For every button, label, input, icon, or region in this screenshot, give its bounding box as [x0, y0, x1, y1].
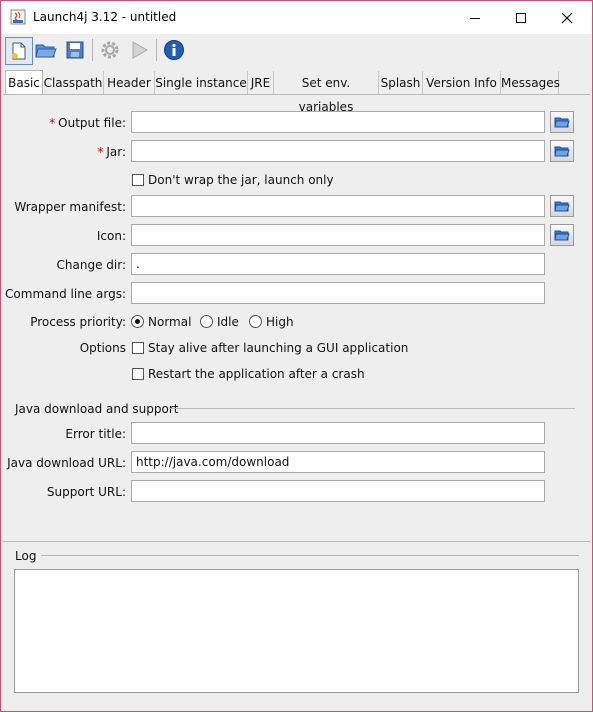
tab-splash[interactable]: Splash	[379, 71, 423, 94]
tab-header[interactable]: Header	[104, 71, 155, 94]
priority-idle-radio[interactable]	[200, 315, 213, 328]
toolbar-separator	[156, 39, 157, 61]
maximize-icon	[516, 12, 526, 23]
command-line-args-input[interactable]	[131, 282, 545, 304]
stay-alive-checkbox[interactable]	[132, 342, 144, 354]
test-wrapper-button[interactable]	[126, 37, 152, 63]
wrapper-manifest-browse-button[interactable]	[550, 195, 574, 217]
change-dir-input[interactable]: .	[131, 253, 545, 275]
jar-input[interactable]	[131, 140, 545, 162]
open-folder-icon	[35, 44, 57, 58]
window-title: Launch4j 3.12 - untitled	[33, 10, 177, 24]
launch4j-window: Launch4j 3.12 - untitled Basic Classpath…	[0, 0, 593, 712]
tab-divider	[3, 94, 590, 95]
priority-normal-label: Normal	[148, 315, 192, 329]
minimize-button[interactable]	[452, 1, 498, 34]
options-label: Options	[79, 341, 126, 355]
close-button[interactable]	[544, 1, 590, 34]
dont-wrap-checkbox[interactable]	[132, 174, 144, 186]
support-url-label: Support URL:	[46, 485, 126, 499]
output-file-input[interactable]	[131, 111, 545, 133]
save-icon	[66, 41, 84, 59]
tab-basic[interactable]: Basic	[5, 70, 43, 95]
output-file-browse-button[interactable]	[550, 111, 574, 133]
tab-jre[interactable]: JRE	[248, 71, 274, 94]
log-title: Log	[15, 549, 37, 563]
new-config-button[interactable]	[5, 37, 33, 65]
required-asterisk: *	[97, 145, 104, 159]
toolbar-separator	[92, 39, 93, 61]
tab-classpath[interactable]: Classpath	[43, 71, 104, 94]
stay-alive-label: Stay alive after launching a GUI applica…	[148, 341, 409, 355]
log-textarea[interactable]	[14, 569, 579, 693]
java-download-url-input[interactable]: http://java.com/download	[131, 451, 545, 473]
tab-set-env-variables[interactable]: Set env. variables	[274, 71, 379, 114]
maximize-button[interactable]	[498, 1, 544, 34]
save-config-button[interactable]	[62, 37, 88, 63]
output-file-label: * Output file:	[49, 116, 126, 130]
output-file-label-text: Output file:	[58, 116, 126, 130]
jar-label: * Jar:	[97, 145, 126, 159]
section-separator	[169, 408, 575, 409]
java-download-url-label: Java download URL:	[7, 456, 126, 470]
open-folder-icon	[554, 230, 570, 241]
info-icon	[164, 40, 184, 60]
support-url-input[interactable]	[131, 480, 545, 502]
open-config-button[interactable]	[33, 37, 59, 63]
required-asterisk: *	[49, 116, 56, 130]
priority-high-label: High	[266, 315, 294, 329]
icon-input[interactable]	[131, 224, 545, 246]
priority-normal-radio[interactable]	[131, 315, 144, 328]
title-bar: Launch4j 3.12 - untitled	[1, 1, 592, 34]
build-wrapper-button[interactable]	[97, 37, 123, 63]
jar-label-text: Jar:	[106, 145, 126, 159]
minimize-icon	[470, 17, 480, 19]
restart-on-crash-label: Restart the application after a crash	[148, 367, 365, 381]
panel-bottom-border	[3, 541, 590, 542]
close-icon	[561, 12, 573, 23]
jar-browse-button[interactable]	[550, 140, 574, 162]
dont-wrap-label: Don't wrap the jar, launch only	[148, 173, 334, 187]
open-folder-icon	[554, 117, 570, 128]
open-folder-icon	[554, 201, 570, 212]
change-dir-label: Change dir:	[56, 258, 126, 272]
priority-idle-label: Idle	[217, 315, 239, 329]
build-gear-icon	[101, 41, 119, 59]
restart-on-crash-checkbox[interactable]	[132, 368, 144, 380]
tab-version-info[interactable]: Version Info	[423, 71, 501, 94]
toolbar	[1, 34, 592, 66]
priority-high-radio[interactable]	[249, 315, 262, 328]
icon-label: Icon:	[96, 229, 126, 243]
log-separator	[41, 555, 579, 556]
wrapper-manifest-input[interactable]	[131, 195, 545, 217]
java-download-section-title: Java download and support	[15, 402, 179, 416]
open-folder-icon	[554, 146, 570, 157]
process-priority-label: Process priority:	[30, 315, 126, 329]
tab-messages[interactable]: Messages	[501, 71, 560, 94]
java-app-icon	[10, 9, 26, 25]
run-icon	[132, 41, 149, 59]
new-config-icon	[12, 42, 26, 60]
error-title-label: Error title:	[65, 427, 126, 441]
about-button[interactable]	[161, 37, 187, 63]
tab-single-instance[interactable]: Single instance	[155, 71, 248, 94]
command-line-args-label: Command line args:	[5, 287, 126, 301]
wrapper-manifest-label: Wrapper manifest:	[14, 200, 126, 214]
icon-browse-button[interactable]	[550, 224, 574, 246]
error-title-input[interactable]	[131, 422, 545, 444]
